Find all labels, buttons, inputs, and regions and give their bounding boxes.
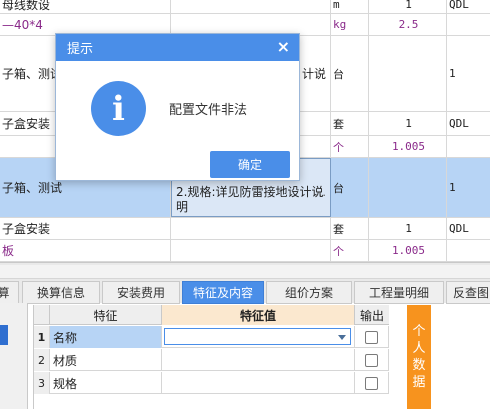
dialog-message: 配置文件非法 — [169, 103, 248, 118]
dialog-titlebar: 提示 × — [56, 34, 299, 61]
dialog-title: 提示 — [67, 42, 94, 57]
app-window: 母线数设 m 1 QDL —40*4 kg 2.5 子箱、测试 计说台 1 子盒安装套 1 QDL 个 1.… — [0, 0, 490, 409]
info-icon: i — [91, 81, 146, 136]
alert-dialog: 提示 × i 配置文件非法 确定 — [55, 33, 300, 181]
close-icon[interactable]: × — [277, 38, 290, 56]
ok-button[interactable]: 确定 — [210, 151, 290, 178]
modal-overlay: 提示 × i 配置文件非法 确定 — [0, 0, 490, 409]
